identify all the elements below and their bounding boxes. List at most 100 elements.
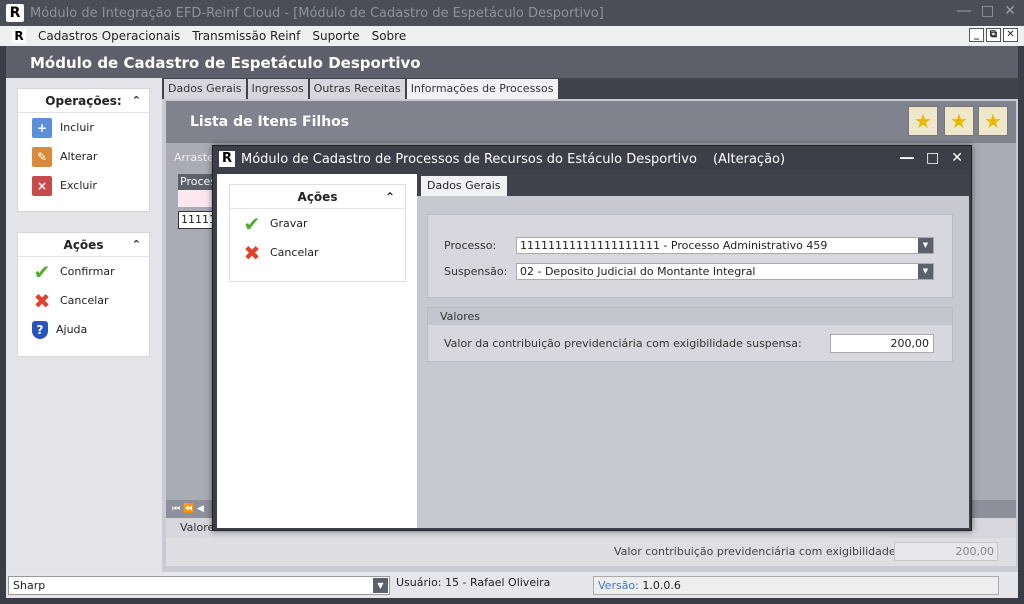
edit-document-icon: ✎ [32,146,52,167]
acoes-panel: Ações ⌃ ✔ Confirmar ✖ Cancelar ? Ajuda [17,232,150,357]
mdi-minimize-button[interactable]: _ [969,28,984,42]
menu-suporte[interactable]: Suporte [306,29,365,43]
menu-sobre[interactable]: Sobre [366,29,413,43]
processo-label: Processo: [444,239,497,252]
chevron-down-icon[interactable]: ▼ [918,238,933,253]
processo-group: Processo: 11111111111111111111 - Process… [427,214,953,298]
close-button[interactable]: ✕ [1004,3,1016,19]
dialog-titlebar: R Módulo de Cadastro de Processos de Rec… [213,146,971,172]
x-icon: ✖ [243,240,261,265]
valores-group: Valores Valor da contribuição previdenci… [427,307,953,362]
window-controls: ― □ ✕ [957,3,1016,19]
company-select[interactable]: Sharp ▼ [8,576,390,595]
tab-dados-gerais[interactable]: Dados Gerais [164,79,246,99]
processos-dialog: R Módulo de Cadastro de Processos de Rec… [212,145,972,531]
left-sidebar: Operações: ⌃ + Incluir ✎ Alterar × Exclu… [6,78,162,572]
operacoes-panel: Operações: ⌃ + Incluir ✎ Alterar × Exclu… [17,88,150,212]
dialog-acoes-header[interactable]: Ações ⌃ [230,185,405,209]
window-title: Módulo de Integração EFD-Reinf Cloud - [… [30,5,604,21]
delete-document-icon: × [32,175,52,196]
acoes-header[interactable]: Ações ⌃ [18,233,149,257]
dialog-cancelar-label: Cancelar [270,246,319,259]
suspensao-label: Suspensão: [444,265,508,278]
add-star-button[interactable]: ★ [908,106,938,136]
dialog-maximize-button[interactable]: □ [926,150,939,166]
operacoes-title: Operações: [45,93,122,108]
cancelar-label: Cancelar [60,294,109,307]
operacoes-header[interactable]: Operações: ⌃ [18,89,149,113]
dialog-acoes-title: Ações [297,189,338,204]
ajuda-label: Ajuda [56,323,88,336]
dialog-title: Módulo de Cadastro de Processos de Recur… [241,151,697,167]
add-document-icon: + [32,117,52,138]
tab-outras-receitas[interactable]: Outras Receitas [309,79,405,99]
gravar-button[interactable]: ✔ Gravar [230,209,405,238]
mdi-controls: _ ⧉ ✕ [969,28,1018,42]
suspensao-value: 02 - Deposito Judicial do Montante Integ… [520,265,756,278]
list-header: Lista de Itens Filhos ★ ★ ★ [166,101,1016,143]
company-select-value: Sharp [13,579,46,592]
valor-input[interactable]: 200,00 [830,334,934,353]
user-info: Usuário: 15 - Rafael Oliveira [396,576,551,589]
check-icon: ✔ [243,211,261,236]
dialog-minimize-button[interactable]: ― [900,150,914,166]
dialog-controls: ― □ ✕ [900,150,963,166]
version-field: Versão: 1.0.0.6 [593,576,999,595]
main-tabs: Dados Gerais Ingressos Outras Receitas I… [162,78,1018,99]
collapse-icon[interactable]: ⌃ [132,238,141,251]
tab-dialog-dados-gerais[interactable]: Dados Gerais [421,176,507,196]
main-header: Módulo de Cadastro de Espetáculo Desport… [6,46,1018,78]
tab-ingressos[interactable]: Ingressos [247,79,308,99]
menu-bar: R Cadastros Operacionais Transmissão Rei… [0,26,1024,46]
excluir-button[interactable]: × Excluir [18,171,149,200]
version-value: 1.0.0.6 [642,579,681,592]
mdi-close-button[interactable]: ✕ [1003,28,1018,42]
alterar-button[interactable]: ✎ Alterar [18,142,149,171]
gravar-label: Gravar [270,217,308,230]
drag-hint: Arraste [174,151,214,164]
status-bar: Sharp ▼ Usuário: 15 - Rafael Oliveira Ve… [6,572,1018,598]
collapse-icon[interactable]: ⌃ [132,94,141,107]
incluir-label: Incluir [60,121,94,134]
dialog-cancelar-button[interactable]: ✖ Cancelar [230,238,405,267]
chevron-down-icon[interactable]: ▼ [373,578,388,593]
edit-star-button[interactable]: ★ [944,106,974,136]
menu-cadastros[interactable]: Cadastros Operacionais [32,29,186,43]
valor-label: Valor da contribuição previdenciária com… [444,337,802,350]
dialog-sidebar: Ações ⌃ ✔ Gravar ✖ Cancelar [217,174,417,528]
valores-header: Valores [428,308,952,325]
version-label: Versão: [598,579,639,592]
chevron-down-icon[interactable]: ▼ [918,264,933,279]
ajuda-button[interactable]: ? Ajuda [18,315,149,344]
check-icon: ✔ [33,259,51,284]
menu-logo: R [12,29,26,43]
processo-value: 11111111111111111111 - Processo Administ… [520,239,828,252]
value-field: 200,00 [894,542,998,561]
mdi-restore-button[interactable]: ⧉ [986,28,1001,42]
excluir-label: Excluir [60,179,97,192]
help-shield-icon: ? [32,320,48,339]
dialog-mode: (Alteração) [712,151,786,167]
minimize-button[interactable]: ― [957,3,971,19]
incluir-button[interactable]: + Incluir [18,113,149,142]
dialog-acoes-panel: Ações ⌃ ✔ Gravar ✖ Cancelar [229,184,406,282]
dialog-content: Dados Gerais Processo: 11111111111111111… [417,174,969,528]
confirmar-label: Confirmar [60,265,115,278]
alterar-label: Alterar [60,150,98,163]
remove-star-button[interactable]: ★ [978,106,1008,136]
values-row: Valor contribuição previdenciária com ex… [166,538,1016,566]
list-title: Lista de Itens Filhos [190,114,350,130]
menu-transmissao[interactable]: Transmissão Reinf [186,29,306,43]
cancelar-button[interactable]: ✖ Cancelar [18,286,149,315]
dialog-close-button[interactable]: ✕ [951,150,963,166]
collapse-icon[interactable]: ⌃ [385,190,395,204]
dialog-logo: R [219,151,235,167]
confirmar-button[interactable]: ✔ Confirmar [18,257,149,286]
window-titlebar: R Módulo de Integração EFD-Reinf Cloud -… [0,0,1024,26]
processo-select[interactable]: 11111111111111111111 - Processo Administ… [516,237,934,254]
dialog-tabs: Dados Gerais [417,174,969,196]
tab-informacoes-processos[interactable]: Informações de Processos [406,79,558,99]
maximize-button[interactable]: □ [981,3,994,19]
suspensao-select[interactable]: 02 - Deposito Judicial do Montante Integ… [516,263,934,280]
acoes-title: Ações [63,237,104,252]
